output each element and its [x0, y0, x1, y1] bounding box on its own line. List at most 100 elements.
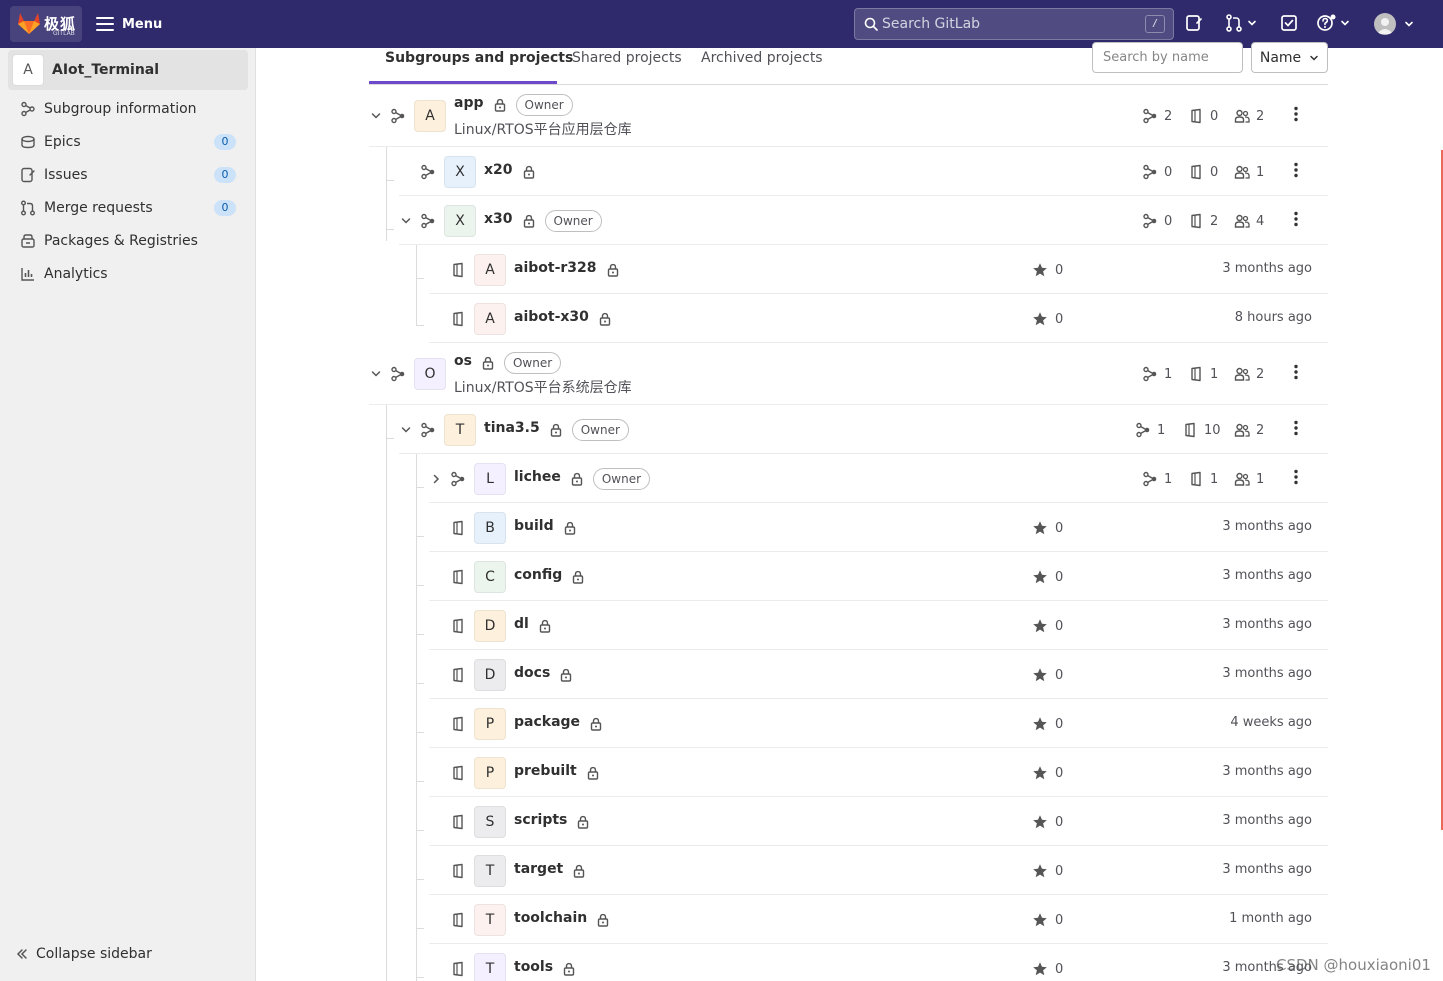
- avatar: A: [414, 100, 446, 132]
- kebab-vertical-icon: [1294, 211, 1298, 227]
- project-name-link[interactable]: aibot-r328: [514, 260, 597, 276]
- group-row[interactable]: Oos Owner Linux/RTOS平台系统层仓库 1 1 2: [369, 343, 1328, 405]
- project-icon: [453, 863, 463, 879]
- more-actions-button[interactable]: [1284, 416, 1308, 440]
- members-count: 2: [1234, 366, 1264, 382]
- project-name-link[interactable]: package: [514, 714, 580, 730]
- project-icon: [453, 667, 463, 683]
- project-row[interactable]: Sscripts 0 3 months ago: [429, 797, 1328, 846]
- tree-connector-line: [386, 147, 387, 241]
- project-row[interactable]: Pprebuilt 0 3 months ago: [429, 748, 1328, 797]
- project-row[interactable]: Ddl 0 3 months ago: [429, 601, 1328, 650]
- projects-count-value: 10: [1204, 422, 1221, 438]
- star-count-value: 0: [1055, 311, 1064, 327]
- lock-icon: [539, 619, 551, 633]
- project-row[interactable]: Ttarget 0 3 months ago: [429, 846, 1328, 895]
- tree-connector-line: [386, 229, 394, 230]
- avatar: P: [474, 757, 506, 789]
- expand-toggle[interactable]: [399, 214, 413, 228]
- lock-icon: [574, 864, 585, 878]
- star-icon: [1033, 570, 1047, 584]
- project-icon: [1191, 108, 1201, 124]
- project-name-link[interactable]: scripts: [514, 812, 567, 828]
- groups-projects-tree: Aapp Owner Linux/RTOS平台应用层仓库 2 0 2 Xx20 0 0 1 Xx30…: [0, 0, 1443, 981]
- project-row[interactable]: Aaibot-x30 0 8 hours ago: [429, 294, 1328, 343]
- more-actions-button[interactable]: [1284, 158, 1308, 182]
- avatar: A: [474, 303, 506, 335]
- group-name-link[interactable]: app: [454, 95, 484, 111]
- expand-toggle[interactable]: [429, 472, 443, 486]
- lock-icon: [561, 668, 572, 682]
- avatar: O: [414, 358, 446, 390]
- project-name-link[interactable]: config: [514, 567, 562, 583]
- group-row[interactable]: Xx20 0 0 1: [399, 147, 1328, 196]
- lock-icon: [587, 766, 598, 780]
- tree-connector-line: [416, 325, 424, 326]
- project-name-link[interactable]: target: [514, 861, 563, 877]
- star-count-value: 0: [1055, 569, 1064, 585]
- avatar: X: [444, 205, 476, 237]
- members-icon: [1234, 165, 1250, 179]
- more-actions-button[interactable]: [1284, 465, 1308, 489]
- star-count: 0: [1032, 667, 1063, 683]
- project-row[interactable]: Ddocs 0 3 months ago: [429, 650, 1328, 699]
- avatar: T: [474, 953, 506, 981]
- project-row[interactable]: Ttoolchain 0 1 month ago: [429, 895, 1328, 944]
- star-icon: [1033, 913, 1047, 927]
- last-updated: 3 months ago: [1222, 261, 1312, 276]
- project-row[interactable]: Cconfig 0 3 months ago: [429, 552, 1328, 601]
- more-actions-button[interactable]: [1284, 207, 1308, 231]
- subgroups-count: 2: [1142, 108, 1172, 124]
- tree-connector-line: [416, 487, 424, 488]
- group-name-link[interactable]: x30: [484, 211, 513, 227]
- star-count-value: 0: [1055, 863, 1064, 879]
- lock-icon: [482, 356, 494, 370]
- members-count-value: 1: [1256, 164, 1265, 180]
- avatar: C: [474, 561, 506, 593]
- expand-toggle[interactable]: [399, 423, 413, 437]
- group-row[interactable]: Xx30 Owner 0 2 4: [399, 196, 1328, 245]
- project-name-link[interactable]: aibot-x30: [514, 309, 589, 325]
- last-updated: 3 months ago: [1222, 519, 1312, 534]
- project-icon: [453, 262, 463, 278]
- group-name-link[interactable]: os: [454, 353, 472, 369]
- project-name-link[interactable]: tools: [514, 959, 553, 975]
- more-actions-button[interactable]: [1284, 102, 1308, 126]
- project-icon: [453, 912, 463, 928]
- avatar: L: [474, 463, 506, 495]
- expand-toggle[interactable]: [369, 109, 383, 123]
- project-row[interactable]: Aaibot-r328 0 3 months ago: [429, 245, 1328, 294]
- kebab-vertical-icon: [1294, 469, 1298, 485]
- subgroups-count: 1: [1142, 471, 1172, 487]
- group-row[interactable]: Llichee Owner 1 1 1: [429, 454, 1328, 503]
- expand-toggle[interactable]: [369, 367, 383, 381]
- group-name-link[interactable]: x20: [484, 162, 513, 178]
- more-actions-button[interactable]: [1284, 360, 1308, 384]
- project-row[interactable]: Ppackage 0 4 weeks ago: [429, 699, 1328, 748]
- members-count-value: 2: [1256, 422, 1265, 438]
- star-count-value: 0: [1055, 520, 1064, 536]
- group-name-link[interactable]: lichee: [514, 469, 561, 485]
- avatar: T: [474, 904, 506, 936]
- project-icon: [1191, 213, 1201, 229]
- group-row[interactable]: Aapp Owner Linux/RTOS平台应用层仓库 2 0 2: [369, 85, 1328, 147]
- projects-count-value: 1: [1210, 366, 1219, 382]
- group-description: Linux/RTOS平台系统层仓库: [454, 380, 632, 396]
- subgroup-icon: [1143, 164, 1157, 180]
- star-count-value: 0: [1055, 667, 1064, 683]
- last-updated: 3 months ago: [1222, 568, 1312, 583]
- project-name-link[interactable]: docs: [514, 665, 550, 681]
- project-icon: [453, 520, 463, 536]
- group-name-link[interactable]: tina3.5: [484, 420, 540, 436]
- project-name-link[interactable]: dl: [514, 616, 529, 632]
- project-name-link[interactable]: toolchain: [514, 910, 587, 926]
- project-row[interactable]: Bbuild 0 3 months ago: [429, 503, 1328, 552]
- role-badge: Owner: [515, 94, 573, 116]
- star-icon: [1033, 619, 1047, 633]
- project-name-link[interactable]: prebuilt: [514, 763, 577, 779]
- project-name-link[interactable]: build: [514, 518, 554, 534]
- project-row[interactable]: Ttools 0 3 months ago: [429, 944, 1328, 981]
- last-updated: 8 hours ago: [1234, 310, 1312, 325]
- lock-icon: [550, 423, 561, 437]
- group-row[interactable]: Ttina3.5 Owner 1 10 2: [399, 405, 1328, 454]
